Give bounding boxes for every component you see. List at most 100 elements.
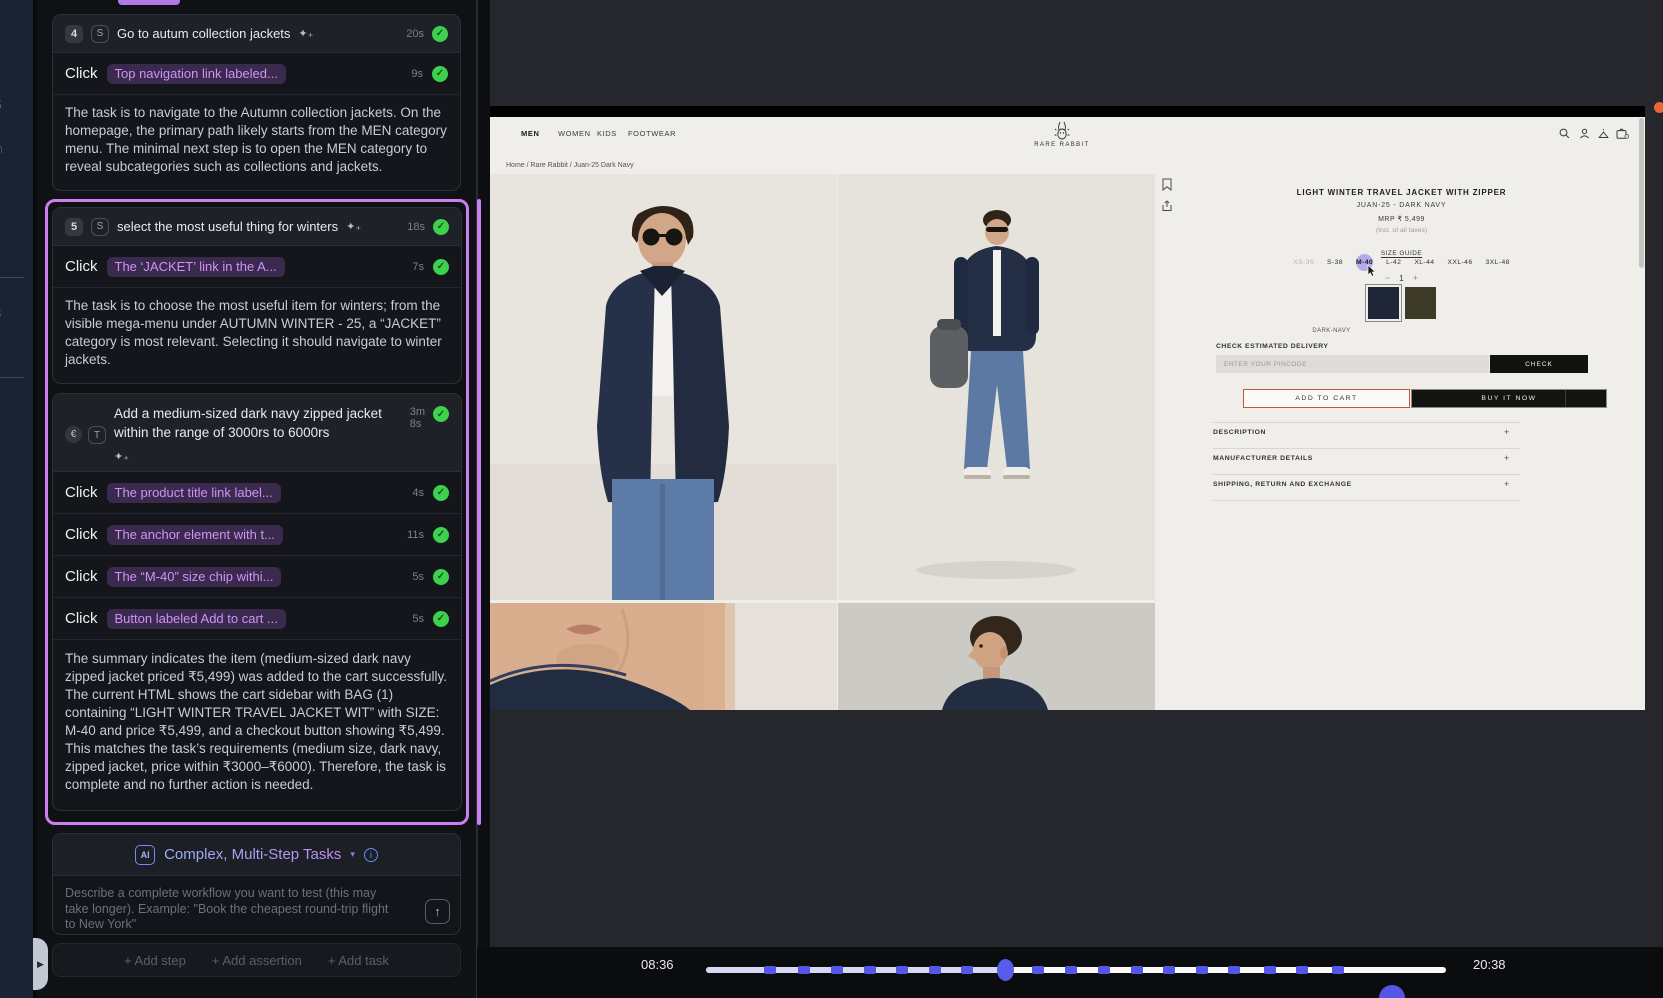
check-delivery-button[interactable]: CHECK — [1490, 355, 1588, 373]
timeline-marker[interactable] — [1296, 966, 1308, 974]
qty-minus-button[interactable]: − — [1385, 273, 1390, 283]
add-to-cart-button[interactable]: ADD TO CART — [1243, 389, 1410, 408]
success-check-icon: ✓ — [432, 26, 448, 42]
add-task-button[interactable]: + Add task — [328, 953, 389, 968]
accordion-description[interactable]: DESCRIPTION — [1213, 429, 1266, 436]
step-4-header[interactable]: 4 S Go to autum collection jackets ✦₊ 20… — [53, 15, 460, 53]
size-chip-l42[interactable]: L-42 — [1385, 257, 1402, 268]
nav-link-footwear[interactable]: FOOTWEAR — [628, 129, 676, 138]
action-row[interactable]: Click Button labeled Add to cart ... 5s … — [53, 598, 461, 640]
action-target-pill[interactable]: The product title link label... — [107, 483, 281, 503]
color-swatches — [1160, 287, 1643, 319]
plus-icon[interactable]: + — [1504, 479, 1509, 489]
step-title: select the most useful thing for winters — [117, 219, 338, 234]
step-title: Go to autum collection jackets — [117, 26, 290, 41]
size-chip-m40[interactable]: M-40 — [1355, 257, 1374, 268]
clipped-pill-fragment — [118, 0, 180, 5]
timeline-playhead[interactable] — [997, 959, 1014, 981]
action-target-pill[interactable]: Top navigation link labeled... — [107, 64, 286, 84]
user-account-icon[interactable] — [1579, 128, 1590, 139]
size-chip-xl44[interactable]: XL-44 — [1413, 257, 1435, 268]
timeline-marker[interactable] — [1163, 966, 1175, 974]
action-target-pill[interactable]: The “M-40” size chip withi... — [107, 567, 282, 587]
action-duration: 7s — [412, 261, 424, 273]
step-5-header[interactable]: 5 S select the most useful thing for win… — [53, 208, 461, 246]
timeline-marker[interactable] — [929, 966, 941, 974]
timeline-marker[interactable] — [1332, 966, 1344, 974]
timeline-marker[interactable] — [798, 966, 810, 974]
timeline-marker[interactable] — [1032, 966, 1044, 974]
plus-icon[interactable]: + — [1504, 453, 1509, 463]
nav-link-women[interactable]: WOMEN — [558, 129, 591, 138]
wishlist-hanger-icon[interactable] — [1598, 128, 1609, 139]
action-target-pill[interactable]: The anchor element with t... — [107, 525, 283, 545]
task-title: Add a medium-sized dark navy zipped jack… — [114, 406, 382, 440]
action-row[interactable]: Click The ‘JACKET’ link in the A... 7s ✓ — [53, 246, 461, 288]
product-image-4[interactable] — [838, 603, 1155, 710]
cart-bag-icon[interactable] — [1616, 128, 1629, 139]
accordion-shipping[interactable]: SHIPPING, RETURN AND EXCHANGE — [1213, 481, 1352, 488]
swatch-olive[interactable] — [1405, 287, 1436, 319]
nav-link-men[interactable]: MEN — [521, 129, 539, 138]
step-type-badge: S — [91, 218, 109, 236]
action-target-pill[interactable]: Button labeled Add to cart ... — [107, 609, 286, 629]
action-target-pill[interactable]: The ‘JACKET’ link in the A... — [107, 257, 285, 277]
pincode-input[interactable] — [1216, 355, 1489, 373]
timeline-marker[interactable] — [1264, 966, 1276, 974]
timeline-marker[interactable] — [1131, 966, 1143, 974]
swatch-dark-navy[interactable] — [1368, 287, 1399, 319]
timeline-marker[interactable] — [896, 966, 908, 974]
timeline-marker[interactable] — [864, 966, 876, 974]
rabbit-logo-icon[interactable] — [1053, 121, 1071, 141]
size-chip-3xl48[interactable]: 3XL-48 — [1485, 257, 1511, 268]
action-row[interactable]: Click The anchor element with t... 11s ✓ — [53, 514, 461, 556]
timeline-secondary-playhead[interactable] — [1379, 985, 1405, 998]
task-summary: The summary indicates the item (medium-s… — [53, 640, 461, 810]
add-step-button[interactable]: + Add step — [124, 953, 186, 968]
task-header[interactable]: € T Add a medium-sized dark navy zipped … — [53, 394, 461, 472]
product-image-1[interactable] — [490, 174, 837, 600]
sidebar-scrollbar[interactable] — [477, 199, 481, 825]
chevron-down-icon[interactable]: ▾ — [350, 849, 355, 860]
action-row[interactable]: Click The “M-40” size chip withi... 5s ✓ — [53, 556, 461, 598]
action-row[interactable]: Click The product title link label... 4s… — [53, 472, 461, 514]
success-check-icon: ✓ — [433, 611, 449, 627]
nav-link-kids[interactable]: KIDS — [597, 129, 617, 138]
timeline-marker[interactable] — [1098, 966, 1110, 974]
action-row[interactable]: Click Top navigation link labeled... 9s … — [53, 53, 460, 95]
timeline-marker[interactable] — [961, 966, 973, 974]
send-button[interactable]: ↑ — [425, 899, 450, 924]
action-duration: 11s — [407, 529, 424, 541]
timeline-marker[interactable] — [1228, 966, 1240, 974]
step-type-badge: S — [91, 25, 109, 43]
size-guide-link[interactable]: SIZE GUIDE — [1381, 250, 1422, 257]
rail-divider — [0, 277, 24, 278]
timeline-marker[interactable] — [1196, 966, 1208, 974]
size-chip-xs36[interactable]: XS-36 — [1292, 257, 1315, 268]
page-scrollbar[interactable] — [1639, 118, 1644, 268]
info-icon[interactable]: i — [364, 848, 378, 862]
timeline-marker[interactable] — [1065, 966, 1077, 974]
accordion-manufacturer[interactable]: MANUFACTURER DETAILS — [1213, 455, 1313, 462]
timeline-marker[interactable] — [764, 966, 776, 974]
composer-mode-header[interactable]: AI Complex, Multi-Step Tasks ▾ i — [53, 834, 460, 876]
add-assertion-button[interactable]: + Add assertion — [212, 953, 302, 968]
timeline-marker[interactable] — [831, 966, 843, 974]
product-image-2[interactable] — [838, 174, 1155, 600]
search-icon[interactable] — [1559, 128, 1570, 139]
size-chip-xxl46[interactable]: XXL-46 — [1446, 257, 1473, 268]
qty-plus-button[interactable]: + — [1413, 273, 1418, 283]
sidebar-collapse-tab[interactable]: ▶ — [33, 938, 48, 990]
action-verb: Click — [65, 610, 98, 627]
breadcrumb[interactable]: Home / Rare Rabbit / Juan-25 Dark Navy — [506, 162, 634, 169]
product-price: MRP ₹ 5,499 — [1160, 215, 1643, 223]
tax-note: (Incl. of all taxes) — [1160, 227, 1643, 234]
size-chip-s38[interactable]: S-38 — [1326, 257, 1344, 268]
plus-icon[interactable]: + — [1504, 427, 1509, 437]
brand-wordmark[interactable]: RARE RABBIT — [1000, 142, 1124, 148]
workflow-input[interactable] — [63, 884, 393, 930]
browser-top-strip — [490, 106, 1645, 117]
timeline-track[interactable] — [706, 967, 1446, 973]
buy-it-now-button[interactable]: BUY IT NOW — [1411, 389, 1607, 408]
product-image-3[interactable] — [490, 603, 837, 710]
